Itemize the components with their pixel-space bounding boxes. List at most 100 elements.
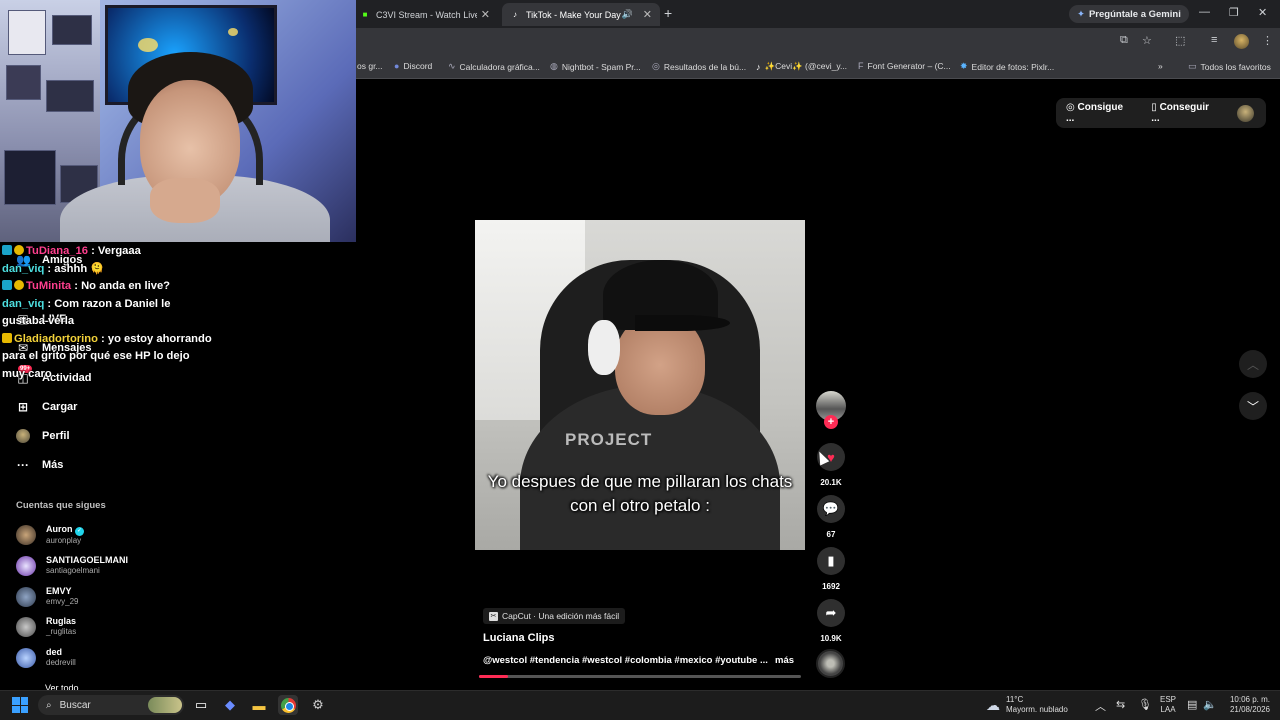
speaker-icon[interactable]: 🔊	[622, 9, 633, 20]
chevron-up-icon: ︿	[1246, 357, 1259, 372]
app-icon[interactable]: ◆	[220, 695, 240, 715]
search-icon: ⌕	[46, 699, 52, 711]
account-name: EMVY	[46, 586, 72, 596]
bookmark-item[interactable]: ∿ Calculadora gráfica...	[448, 61, 540, 72]
music-disc-icon[interactable]	[816, 649, 845, 678]
chrome-icon[interactable]	[278, 695, 298, 715]
chevron-down-icon: ﹀	[1246, 399, 1259, 414]
next-video-button[interactable]: ﹀	[1239, 392, 1267, 420]
account-name: Auron	[46, 524, 73, 534]
sidebar-item-upload[interactable]: ⊞ Cargar	[16, 400, 78, 414]
streamer-hand	[150, 178, 220, 223]
like-count: 20.1K	[820, 478, 842, 487]
capcut-tag[interactable]: ✂ CapCut · Una edición más fácil	[483, 608, 626, 624]
clock[interactable]: 10:06 p. m. 21/08/2026	[1224, 695, 1270, 715]
bookmark-item[interactable]: ● Discord	[394, 61, 432, 71]
following-account[interactable]: Ruglas _ruglitas	[16, 616, 76, 637]
save-button[interactable]: ▮	[817, 547, 845, 575]
sidebar-item-profile[interactable]: Perfil	[16, 429, 70, 443]
following-account[interactable]: EMVY emvy_29	[16, 586, 78, 607]
get-app-button[interactable]: ▯ Conseguir ...	[1151, 102, 1219, 124]
chat-message: TuMinita : No anda en live?	[2, 278, 212, 296]
extensions-icon[interactable]: ⬚	[1175, 34, 1185, 47]
clock-date: 21/08/2026	[1229, 705, 1270, 714]
tab-label: TikTok - Make Your Day	[526, 9, 621, 20]
more-link[interactable]: más	[775, 655, 794, 666]
bookmark-item[interactable]: ◍ Nightbot - Spam Pr...	[550, 61, 641, 72]
bookmark-item[interactable]: ◎ Resultados de la bú...	[652, 61, 746, 72]
chat-username: TuDiana_16	[26, 245, 88, 257]
install-app-icon[interactable]: ⧉	[1120, 34, 1128, 47]
minimize-button[interactable]: —	[1199, 6, 1210, 18]
share-button[interactable]: ➦	[817, 599, 845, 627]
tab-tiktok[interactable]: ♪ TikTok - Make Your Day 🔊 ✕	[502, 3, 660, 26]
comment-count: 67	[826, 530, 836, 539]
weather-desc: Mayorm. nublado	[1006, 705, 1068, 714]
wifi-icon[interactable]: ▤	[1187, 698, 1197, 711]
gemini-label: Pregúntale a Gemini	[1088, 8, 1181, 20]
previous-video-button[interactable]: ︿	[1239, 350, 1267, 378]
bookmark-icon: ▮	[827, 553, 835, 568]
bookmark-item[interactable]: ✸ Editor de fotos: Pixlr...	[960, 61, 1054, 72]
bookmark-label: Calculadora gráfica...	[459, 61, 540, 72]
phone-icon: ▯	[1151, 102, 1157, 113]
windows-start-icon[interactable]	[12, 697, 28, 713]
media-control-icon[interactable]: ≡	[1211, 34, 1217, 46]
get-app-label: Conseguir ...	[1151, 102, 1210, 124]
tray-overflow-icon[interactable]: ︿	[1095, 698, 1106, 714]
weather-widget[interactable]: ☁ 11°C Mayorm. nublado	[986, 695, 1068, 715]
close-icon[interactable]: ✕	[481, 8, 490, 21]
app-icon[interactable]: ⚙	[308, 695, 328, 715]
discord-icon: ●	[394, 61, 400, 71]
sidebar-item-more[interactable]: ··· Más	[16, 458, 63, 472]
account-name: Ruglas	[46, 616, 77, 626]
folder-icon: ▭	[1188, 61, 1197, 71]
follow-plus-icon[interactable]: +	[824, 415, 838, 429]
close-window-button[interactable]: ✕	[1258, 6, 1267, 19]
close-icon[interactable]: ✕	[643, 8, 652, 21]
restore-button[interactable]: ❐	[1229, 6, 1239, 19]
chat-username: Gladiadortorino	[14, 332, 98, 345]
following-account[interactable]: SANTIAGOELMANI santiagoelmani	[16, 555, 128, 576]
chrome-logo	[280, 697, 296, 713]
new-tab-button[interactable]: +	[664, 5, 672, 21]
account-name: ded	[46, 647, 63, 657]
account-handle: emvy_29	[46, 597, 79, 606]
bookmark-star-icon[interactable]: ☆	[1142, 34, 1152, 47]
language-indicator[interactable]: ESP LAA	[1160, 695, 1176, 715]
video-progress-bar[interactable]	[479, 675, 801, 678]
comment-button[interactable]: 💬	[817, 495, 845, 523]
taskbar-search[interactable]: ⌕ Buscar	[38, 695, 184, 715]
following-account[interactable]: Auron ✓ auronplay	[16, 524, 85, 546]
bookmark-item[interactable]: os gr...	[357, 61, 383, 71]
all-bookmarks[interactable]: ▭ Todos los favoritos	[1188, 61, 1271, 72]
get-coins-button[interactable]: ◎ Consigue ...	[1066, 102, 1133, 124]
task-view-icon[interactable]: ▭	[191, 695, 211, 715]
bookmark-label: Nightbot - Spam Pr...	[561, 61, 641, 72]
chat-message: TuDiana_16 : Vergaaa	[2, 243, 212, 261]
microphone-icon[interactable]: 🎙	[1138, 698, 1152, 711]
hashtags-text[interactable]: @westcol #tendencia #westcol #colombia #…	[483, 655, 768, 666]
nightbot-icon: ◍	[550, 61, 558, 71]
user-avatar[interactable]	[1237, 104, 1254, 122]
volume-icon[interactable]: 🔈	[1203, 698, 1217, 711]
bookmark-item[interactable]: F Font Generator – (C...	[858, 61, 951, 71]
menu-dots-icon[interactable]: ⋮	[1262, 34, 1273, 47]
profile-avatar[interactable]	[1234, 34, 1249, 49]
video-author[interactable]: Luciana Clips	[483, 632, 555, 644]
bookmarks-overflow-icon[interactable]: »	[1158, 61, 1163, 71]
gemini-button[interactable]: ✦ Pregúntale a Gemini	[1069, 5, 1189, 23]
bookmark-item[interactable]: ♪ ✨Cevi✨ (@cevi_y...	[756, 61, 847, 72]
network-icon[interactable]: ⇆	[1116, 698, 1125, 711]
capcut-icon: ✂	[489, 611, 498, 621]
video-player[interactable]: PROJECT Yo despues de que me pillaran lo…	[475, 220, 805, 550]
keyboard-layout: LAA	[1160, 705, 1176, 714]
tiktok-icon: ♪	[513, 10, 517, 19]
following-account[interactable]: ded dedrevill	[16, 647, 76, 668]
file-explorer-icon[interactable]: ▬	[249, 695, 269, 715]
subscriber-badge	[2, 245, 12, 255]
tab-kick[interactable]: ■ C3VI Stream - Watch Live on Ki ✕	[352, 3, 498, 26]
coin-icon: ◎	[1066, 102, 1075, 113]
search-highlight-image	[148, 697, 182, 713]
subscriber-badge	[2, 332, 12, 343]
